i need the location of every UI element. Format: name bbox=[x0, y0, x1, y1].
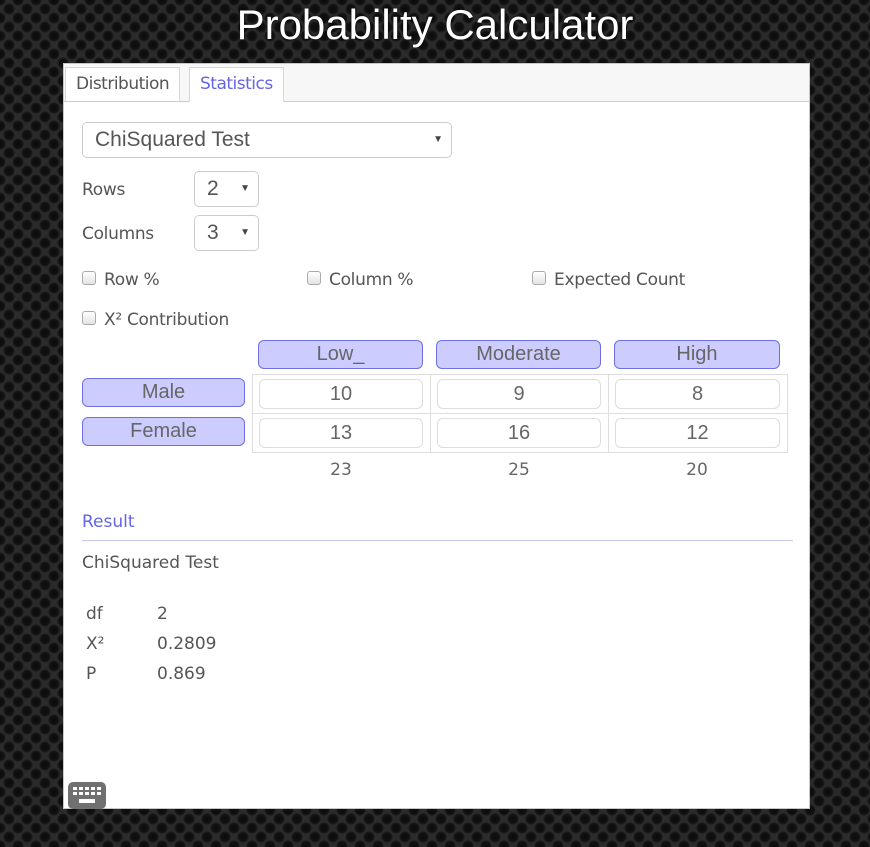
rows-label: Rows bbox=[82, 180, 126, 200]
keyboard-button[interactable] bbox=[68, 782, 106, 809]
result-key: X² bbox=[86, 634, 105, 654]
cell-input[interactable]: 9 bbox=[437, 379, 601, 409]
expected-count-checkbox[interactable]: Expected Count bbox=[532, 270, 685, 290]
cell-input[interactable]: 10 bbox=[259, 379, 423, 409]
keyboard-icon bbox=[73, 787, 101, 803]
result-title: ChiSquared Test bbox=[82, 553, 219, 573]
result-header: Result bbox=[82, 512, 135, 532]
columns-value: 3 bbox=[207, 221, 219, 244]
result-row-df: df 2 bbox=[86, 604, 168, 624]
checkbox-icon[interactable] bbox=[532, 271, 546, 285]
tab-bar: Distribution Statistics bbox=[64, 64, 809, 102]
columns-select[interactable]: 3 ▼ bbox=[194, 215, 259, 251]
row-header-1[interactable]: Male bbox=[82, 378, 245, 407]
column-header-2[interactable]: Moderate bbox=[436, 340, 601, 369]
column-total: 23 bbox=[330, 460, 352, 480]
cell-input[interactable]: 12 bbox=[615, 418, 780, 448]
app-title: Probability Calculator bbox=[236, 1, 634, 48]
checkbox-label: Column % bbox=[329, 270, 414, 290]
columns-label: Columns bbox=[82, 224, 154, 244]
column-total: 25 bbox=[508, 460, 530, 480]
result-value: 2 bbox=[157, 604, 168, 624]
cell-input[interactable]: 8 bbox=[615, 379, 780, 409]
row-header-2[interactable]: Female bbox=[82, 417, 245, 446]
dropdown-caret-icon: ▼ bbox=[240, 183, 250, 194]
column-total: 20 bbox=[686, 460, 708, 480]
checkbox-icon[interactable] bbox=[307, 271, 321, 285]
rows-value: 2 bbox=[207, 177, 219, 200]
dropdown-caret-icon: ▼ bbox=[433, 134, 443, 145]
result-key: P bbox=[86, 664, 97, 684]
result-value: 0.2809 bbox=[157, 634, 217, 654]
checkbox-label: Row % bbox=[104, 270, 160, 290]
checkbox-icon[interactable] bbox=[82, 271, 96, 285]
checkbox-label: X² Contribution bbox=[104, 310, 229, 330]
test-type-select[interactable]: ChiSquared Test ▼ bbox=[82, 122, 452, 158]
result-row-p: P 0.869 bbox=[86, 664, 206, 684]
calculator-panel: Distribution Statistics ChiSquared Test … bbox=[63, 63, 810, 809]
rows-select[interactable]: 2 ▼ bbox=[194, 171, 259, 207]
cell-input[interactable]: 13 bbox=[259, 418, 423, 448]
row-percent-checkbox[interactable]: Row % bbox=[82, 270, 160, 290]
cell-input[interactable]: 16 bbox=[437, 418, 601, 448]
checkbox-icon[interactable] bbox=[82, 311, 96, 325]
checkbox-label: Expected Count bbox=[554, 270, 686, 290]
tab-distribution[interactable]: Distribution bbox=[65, 67, 181, 101]
result-divider bbox=[82, 540, 793, 541]
result-row-x2: X² 0.2809 bbox=[86, 634, 216, 654]
result-value: 0.869 bbox=[157, 664, 206, 684]
column-header-3[interactable]: High bbox=[614, 340, 780, 369]
result-key: df bbox=[86, 604, 103, 624]
x2-contribution-checkbox[interactable]: X² Contribution bbox=[82, 310, 229, 330]
test-type-value: ChiSquared Test bbox=[95, 128, 250, 151]
column-header-1[interactable]: Low_ bbox=[258, 340, 423, 369]
column-percent-checkbox[interactable]: Column % bbox=[307, 270, 414, 290]
grid-divider bbox=[253, 413, 787, 414]
tab-statistics[interactable]: Statistics bbox=[189, 67, 284, 102]
dropdown-caret-icon: ▼ bbox=[240, 227, 250, 238]
